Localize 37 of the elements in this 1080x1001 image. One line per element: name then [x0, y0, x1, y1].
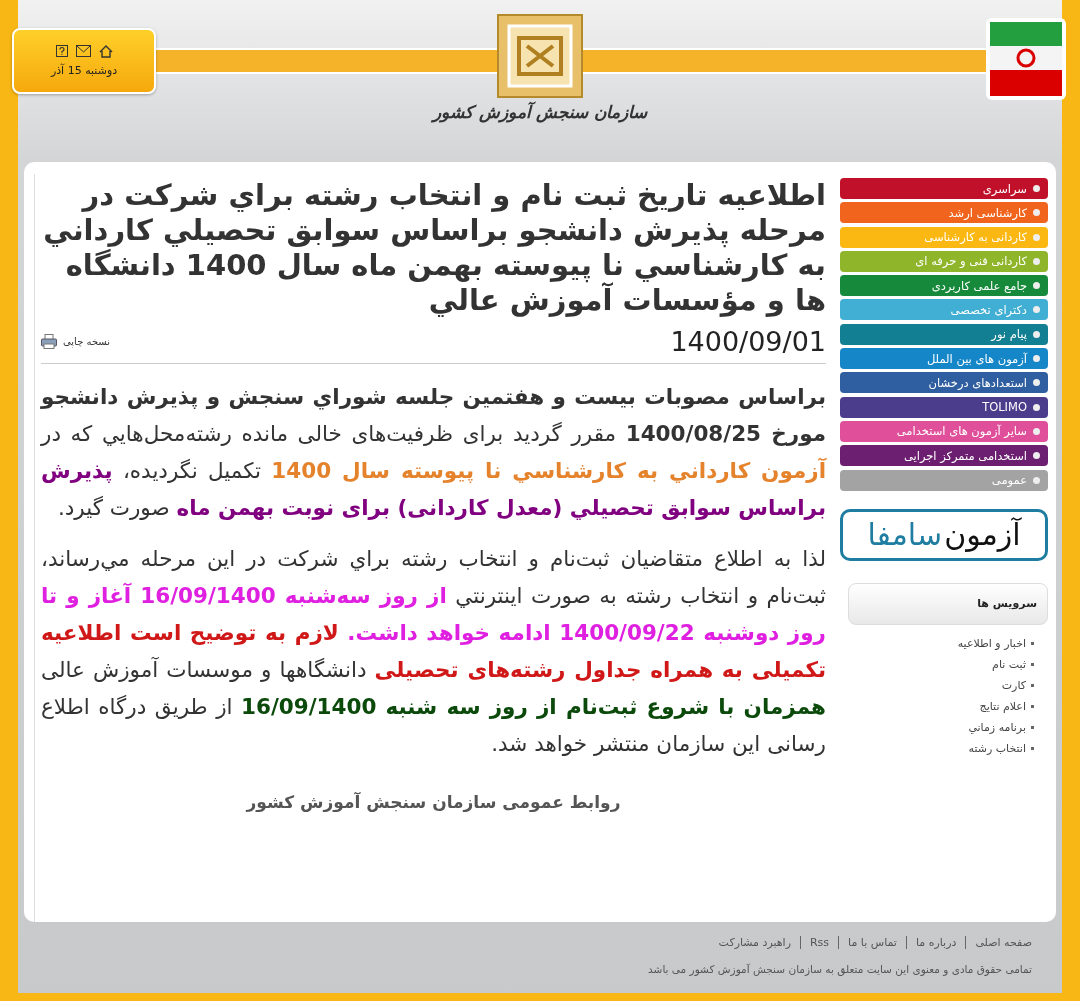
footer-link[interactable]: تماس با ما: [848, 936, 897, 949]
menu-item[interactable]: TOLIMO: [840, 396, 1048, 418]
article-date: 1400/09/01: [670, 326, 826, 357]
mail-icon[interactable]: [75, 45, 91, 57]
printer-icon[interactable]: [41, 334, 57, 349]
menu-item[interactable]: سراسری: [840, 178, 1048, 199]
article-paragraph: لذا به اطلاع متقاضيان ثبت‌نام و انتخاب رشته براي شرکت در اين مرحله مي‌رساند، ثبت‌نام و انتخاب رشته به صورت اينترنتي از روز سه‌شنبه 16/09/1400 آغاز و تا روز دوشنبه 1400/09/22 ادامه خواهد داشت. لازم به توضیح است اطلاعیه تکمیلی به همراه جداول رشته‌های تحصیلی دانشگاهها و موسسات آموزش عالی همزمان با شروع ثبت‌نام از روز سه شنبه 16/09/1400 از طريق درگاه اطلاع رسانی اين سازمان منتشر خواهد شد.: [41, 545, 826, 758]
service-link[interactable]: اعلام نتايج: [840, 699, 1034, 713]
help-icon[interactable]: [55, 45, 68, 57]
article-paragraph: براساس مصوبات بیست و هفتمین جلسه شوراي سنجش و پذيرش دانشجو مورخ 1400/08/25 مقرر گردید برای ظرفیت‌های خالی مانده رشته‌محل‌هايي که در آزمون کارداني به کارشناسي نا پيوسته سال 1400 تکمیل نگرديده، پذيرش براساس سوابق تحصيلي (معدل کاردانی) برای نوبت بهمن ماه صورت گیرد.: [41, 383, 826, 522]
footer-link[interactable]: راهبرد مشارکت: [718, 936, 791, 949]
service-link[interactable]: برنامه زماني: [840, 720, 1034, 734]
date-text: دوشنبه 15 آذر: [50, 64, 118, 77]
menu-item[interactable]: عمومی: [840, 469, 1048, 491]
menu-item[interactable]: کارشناسی ارشد: [840, 202, 1048, 224]
signature-text: روابط عمومی سازمان سنجش آموزش کشور: [244, 792, 622, 812]
menu-item[interactable]: دکترای تخصصی: [840, 299, 1048, 321]
footer-link[interactable]: درباره ما: [915, 936, 957, 949]
article-title: اطلاعیه تاریخ ثبت نام و انتخاب رشته براي شرکت در مرحله پذيرش دانشجو براساس سوابق تحصيلي کارداني به کارشناسي نا پيوسته بهمن ماه سال 1400 دانشگاه ها و مؤسسات آموزش عالي: [42, 178, 826, 318]
services-header: سرويس ها: [848, 582, 1048, 625]
service-link[interactable]: کارت: [840, 678, 1034, 692]
service-link[interactable]: اخبار و اطلاعیه: [840, 636, 1034, 650]
exam-banner[interactable]: آزمونسامفا: [840, 508, 1048, 561]
logo-text: سازمان سنجش آموزش کشور: [432, 102, 648, 122]
home-icon[interactable]: [98, 45, 113, 58]
menu-item[interactable]: پیام نور: [840, 323, 1048, 345]
menu-item[interactable]: جامع علمی کاربردی: [840, 275, 1048, 297]
footer-link[interactable]: Rss: [809, 936, 830, 949]
menu-item[interactable]: استخدامی متمرکز اجرایی: [840, 445, 1048, 467]
service-link[interactable]: ثبت نام: [840, 657, 1034, 671]
print-link[interactable]: نسخه چاپی: [41, 334, 111, 349]
footer-link[interactable]: صفحه اصلی: [975, 936, 1032, 949]
menu-item[interactable]: آزمون های بین الملل: [840, 348, 1048, 370]
copyright-text: تمامی حقوق مادی و معنوی این سایت متعلق به سازمان سنجش آموزش کشور می باشد: [647, 963, 1032, 975]
menu-item[interactable]: استعدادهای درخشان: [840, 372, 1048, 394]
service-link[interactable]: انتخاب رشته: [840, 741, 1034, 755]
menu-item[interactable]: سایر آزمون های استخدامی: [840, 420, 1048, 442]
